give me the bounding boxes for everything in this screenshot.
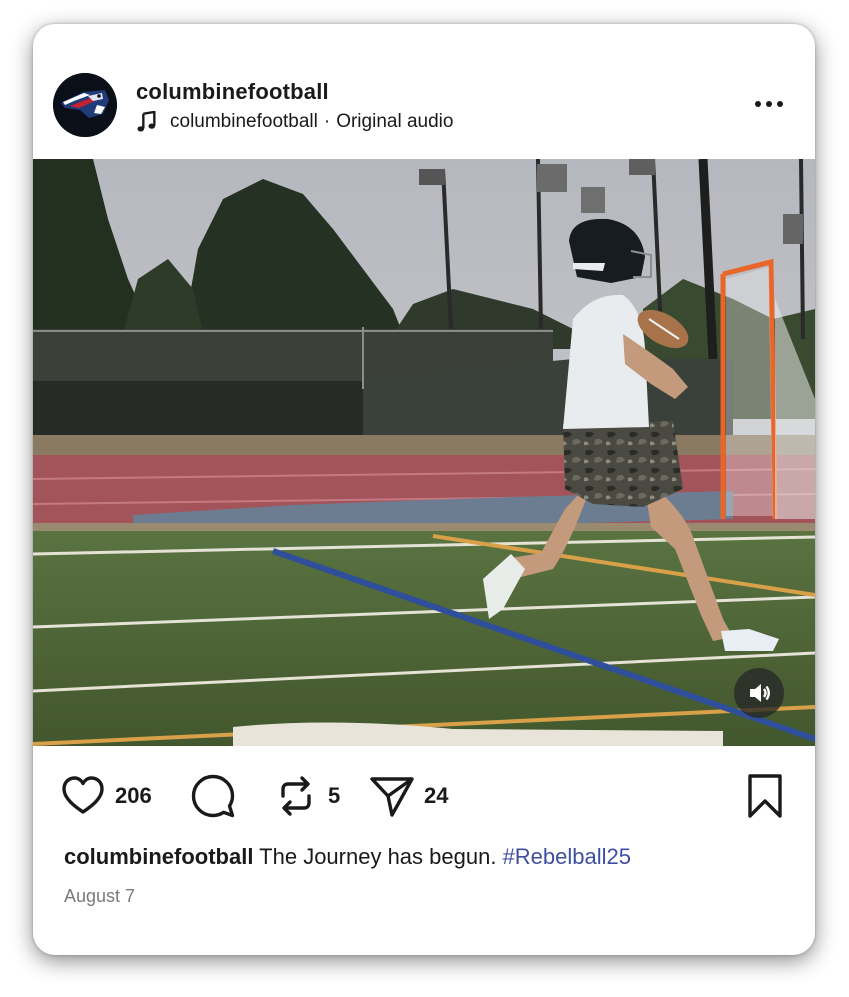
audio-owner: columbinefootball	[170, 111, 318, 132]
caption-username[interactable]: columbinefootball	[64, 844, 253, 869]
post-username[interactable]: columbinefootball	[136, 79, 329, 105]
post-video[interactable]	[33, 159, 815, 746]
comment-button[interactable]	[189, 769, 237, 823]
save-button[interactable]	[741, 769, 789, 823]
post-date: August 7	[64, 886, 136, 906]
repost-icon	[281, 776, 311, 816]
comment-icon	[191, 774, 235, 818]
music-note-icon	[137, 111, 156, 132]
sound-toggle-button[interactable]	[734, 668, 784, 718]
repost-button[interactable]: 5	[272, 769, 340, 823]
bookmark-icon	[748, 774, 782, 818]
speaker-icon	[750, 684, 770, 702]
patriot-logo-icon	[53, 73, 117, 137]
video-frame	[33, 159, 815, 746]
avatar[interactable]	[53, 73, 117, 137]
audio-title: Original audio	[336, 111, 454, 132]
post-caption: columbinefootball The Journey has begun.…	[64, 844, 784, 870]
caption-text: The Journey has begun.	[253, 844, 503, 869]
audio-separator: ·	[323, 111, 331, 132]
repost-count: 5	[328, 783, 341, 808]
heart-icon	[62, 776, 104, 814]
send-icon	[370, 777, 414, 817]
share-count: 24	[424, 783, 449, 808]
more-options-icon[interactable]	[749, 90, 789, 118]
like-count: 206	[115, 783, 152, 808]
share-button[interactable]: 24	[368, 769, 448, 823]
caption-hashtag[interactable]: #Rebelball25	[503, 844, 631, 869]
post-card: columbinefootball columbinefootball · Or…	[33, 24, 815, 955]
like-button[interactable]: 206	[59, 769, 152, 823]
post-actions: 206 5 24	[59, 769, 789, 823]
audio-attribution[interactable]: columbinefootball · Original audio	[136, 110, 453, 134]
